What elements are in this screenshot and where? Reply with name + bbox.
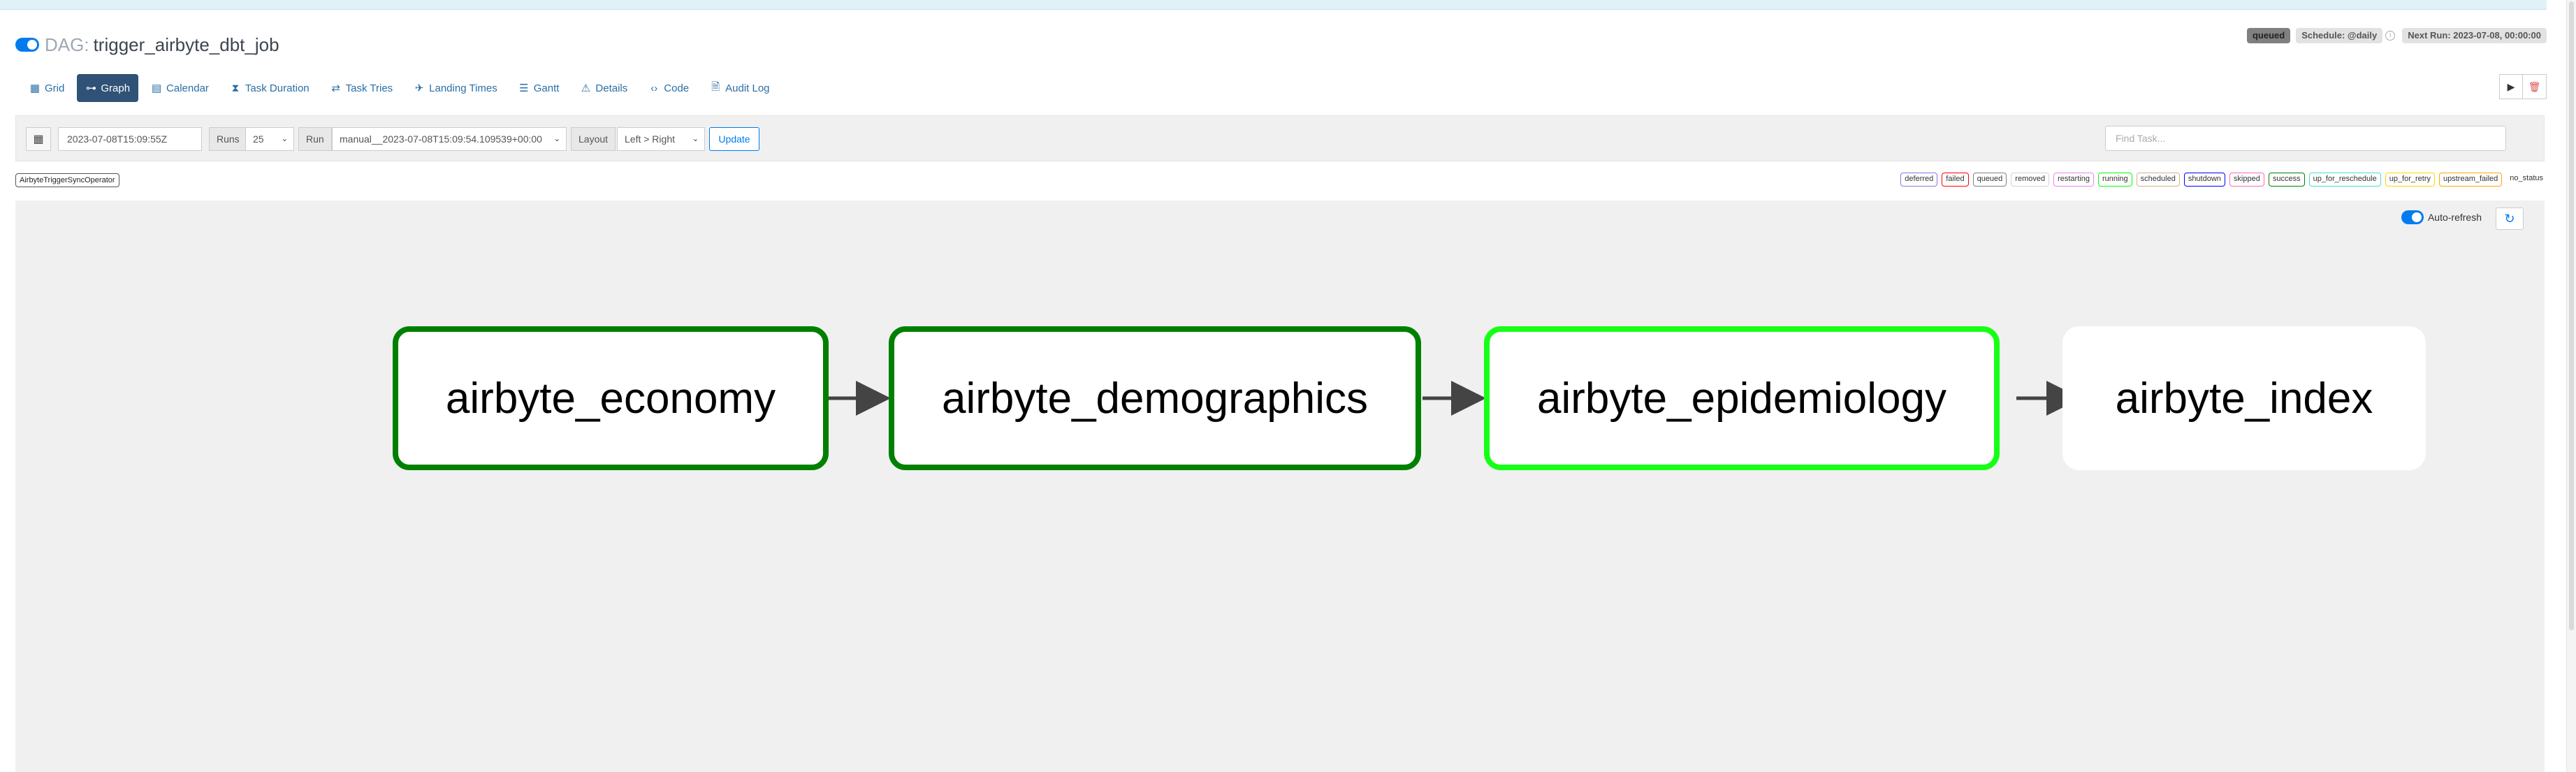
task-node-airbyte-index[interactable]: airbyte_index — [2062, 326, 2426, 470]
details-icon: ⚠ — [581, 82, 591, 94]
find-task-input[interactable]: Find Task... — [2105, 126, 2506, 151]
dag-pause-toggle[interactable] — [15, 38, 39, 52]
page-scrollbar[interactable] — [2566, 0, 2576, 772]
view-tabs: ▦ Grid ⊶ Graph ▤ Calendar ⧗ Task Duration ⇄ T… — [21, 74, 778, 102]
state-legend: deferred failed queued removed restartin… — [1900, 173, 2547, 187]
layout-label: Layout — [571, 127, 616, 151]
audit-icon: 🗎 — [711, 80, 720, 93]
tab-landing-times[interactable]: ✈ Landing Times — [405, 74, 506, 102]
dag-actions: ▶ 🗑 — [2499, 74, 2547, 99]
legend-scheduled[interactable]: scheduled — [2136, 173, 2180, 187]
tab-task-duration[interactable]: ⧗ Task Duration — [221, 74, 318, 102]
tab-code[interactable]: ‹› Code — [640, 74, 697, 102]
tab-gantt[interactable]: ☰ Gantt — [510, 74, 568, 102]
runs-select[interactable]: 25 ⌄ — [245, 127, 294, 151]
gantt-icon: ☰ — [518, 82, 529, 94]
scrollbar-thumb[interactable] — [2569, 1, 2574, 630]
tab-graph[interactable]: ⊶ Graph — [77, 74, 139, 102]
run-state-badge: queued — [2246, 28, 2291, 43]
info-icon[interactable]: i — [2385, 31, 2396, 41]
dag-header: DAG: trigger_airbyte_dbt_job — [15, 32, 279, 57]
run-label: Run — [298, 127, 332, 151]
landing-icon: ✈ — [414, 82, 424, 94]
legend-shutdown[interactable]: shutdown — [2183, 173, 2225, 187]
retry-icon: ⇄ — [331, 82, 340, 94]
base-date-input[interactable]: 2023-07-08T15:09:55Z — [58, 127, 202, 151]
run-select[interactable]: manual__2023-07-08T15:09:54.109539+00:00… — [332, 127, 567, 151]
calendar-icon: ▤ — [151, 82, 162, 94]
schedule-badge: Schedule: @daily — [2296, 28, 2383, 43]
task-node-airbyte-demographics[interactable]: airbyte_demographics — [889, 326, 1421, 470]
legend-skipped[interactable]: skipped — [2229, 173, 2264, 187]
legend-removed[interactable]: removed — [2011, 173, 2050, 187]
tab-task-tries[interactable]: ⇄ Task Tries — [322, 74, 402, 102]
runs-label: Runs — [209, 127, 247, 151]
dag-title: trigger_airbyte_dbt_job — [93, 34, 279, 55]
next-run-badge: Next Run: 2023-07-08, 00:00:00 — [2402, 28, 2547, 43]
date-picker-button[interactable]: ▦ — [26, 127, 51, 151]
graph-toolbar: ▦ 2023-07-08T15:09:55Z Runs 25 ⌄ Run manu… — [15, 115, 2545, 161]
legend-restarting[interactable]: restarting — [2053, 173, 2094, 187]
play-icon: ▶ — [2507, 80, 2515, 92]
task-node-airbyte-epidemiology[interactable]: airbyte_epidemiology — [1484, 326, 2000, 470]
graph-icon: ⊶ — [85, 82, 96, 94]
legend-success[interactable]: success — [2268, 173, 2305, 187]
code-icon: ‹› — [650, 82, 658, 94]
dag-prefix: DAG: — [45, 34, 89, 55]
legend-deferred[interactable]: deferred — [1900, 173, 1938, 187]
chevron-down-icon: ⌄ — [553, 135, 560, 143]
graph-canvas[interactable]: Auto-refresh ↻ airbyte_economy airbyte_d… — [15, 201, 2545, 772]
grid-icon: ▦ — [29, 82, 41, 94]
legend-no-status[interactable]: no_status — [2506, 173, 2547, 187]
task-node-airbyte-economy[interactable]: airbyte_economy — [393, 326, 829, 470]
top-banner — [0, 0, 2547, 10]
tab-details[interactable]: ⚠ Details — [572, 74, 636, 102]
operator-legend-tag: AirbyteTriggerSyncOperator — [15, 173, 119, 187]
delete-dag-button[interactable]: 🗑 — [2523, 74, 2547, 99]
trigger-dag-button[interactable]: ▶ — [2499, 74, 2523, 99]
calendar-icon: ▦ — [33, 133, 44, 145]
graph-edges — [826, 381, 2081, 416]
update-button[interactable]: Update — [709, 127, 759, 151]
legend-queued[interactable]: queued — [1972, 173, 2007, 187]
legend-failed[interactable]: failed — [1942, 173, 1969, 187]
tab-audit-log[interactable]: 🗎 Audit Log — [701, 74, 778, 102]
layout-select[interactable]: Left > Right ⌄ — [617, 127, 705, 151]
hourglass-icon: ⧗ — [231, 82, 240, 94]
tab-calendar[interactable]: ▤ Calendar — [143, 74, 217, 102]
trash-icon: 🗑 — [2528, 80, 2541, 92]
legend-up-for-retry[interactable]: up_for_retry — [2385, 173, 2436, 187]
tab-grid[interactable]: ▦ Grid — [21, 74, 73, 102]
dag-status-badges: queued Schedule: @daily i Next Run: 2023… — [2246, 28, 2547, 43]
legend-up-for-reschedule[interactable]: up_for_reschedule — [2308, 173, 2381, 187]
legend-running[interactable]: running — [2097, 173, 2132, 187]
chevron-down-icon: ⌄ — [281, 135, 288, 143]
chevron-down-icon: ⌄ — [692, 135, 699, 143]
legend-upstream-failed[interactable]: upstream_failed — [2439, 173, 2503, 187]
